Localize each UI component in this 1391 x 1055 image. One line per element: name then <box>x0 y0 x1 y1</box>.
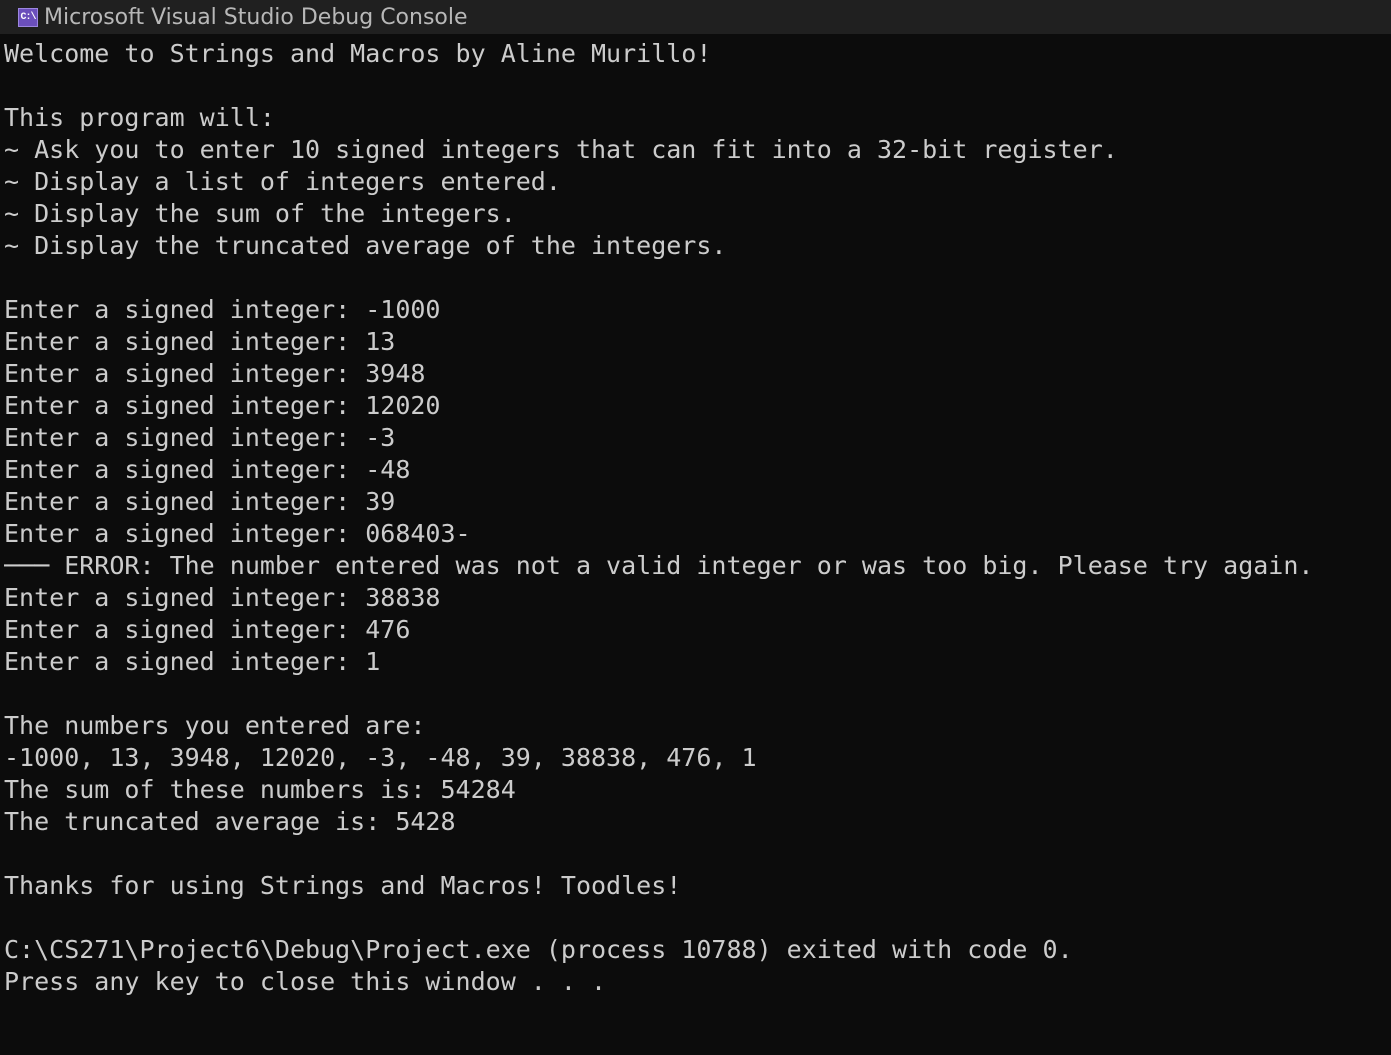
console-line: Enter a signed integer: 38838 <box>4 583 441 612</box>
console-line: Enter a signed integer: 13 <box>4 327 396 356</box>
title-bar[interactable]: C:\ Microsoft Visual Studio Debug Consol… <box>0 0 1391 34</box>
console-line: ~ Display the truncated average of the i… <box>4 231 727 260</box>
console-line: Welcome to Strings and Macros by Aline M… <box>4 39 712 68</box>
console-line: Enter a signed integer: -3 <box>4 423 396 452</box>
console-line: Press any key to close this window . . . <box>4 967 607 996</box>
window-title: Microsoft Visual Studio Debug Console <box>44 4 468 30</box>
console-line: The sum of these numbers is: 54284 <box>4 775 516 804</box>
console-line: This program will: <box>4 103 275 132</box>
console-line: Enter a signed integer: 3948 <box>4 359 426 388</box>
console-line: Enter a signed integer: -48 <box>4 455 411 484</box>
console-line: Thanks for using Strings and Macros! Too… <box>4 871 682 900</box>
console-line: -1000, 13, 3948, 12020, -3, -48, 39, 388… <box>4 743 757 772</box>
console-line: ~ Display a list of integers entered. <box>4 167 561 196</box>
console-line: Enter a signed integer: 476 <box>4 615 411 644</box>
console-line: ~ Display the sum of the integers. <box>4 199 516 228</box>
console-line: The numbers you entered are: <box>4 711 426 740</box>
console-line: C:\CS271\Project6\Debug\Project.exe (pro… <box>4 935 1073 964</box>
console-output[interactable]: Welcome to Strings and Macros by Aline M… <box>4 38 1384 1048</box>
console-line: Enter a signed integer: 12020 <box>4 391 441 420</box>
console-line: Enter a signed integer: 1 <box>4 647 381 676</box>
console-window[interactable]: C:\ Microsoft Visual Studio Debug Consol… <box>0 0 1391 1055</box>
console-line: ~ Ask you to enter 10 signed integers th… <box>4 135 1118 164</box>
console-line: The truncated average is: 5428 <box>4 807 456 836</box>
console-line: Enter a signed integer: 068403- <box>4 519 471 548</box>
console-line: ─── ERROR: The number entered was not a … <box>4 551 1314 580</box>
console-line: Enter a signed integer: -1000 <box>4 295 441 324</box>
console-app-icon: C:\ <box>18 7 38 27</box>
console-line: Enter a signed integer: 39 <box>4 487 396 516</box>
